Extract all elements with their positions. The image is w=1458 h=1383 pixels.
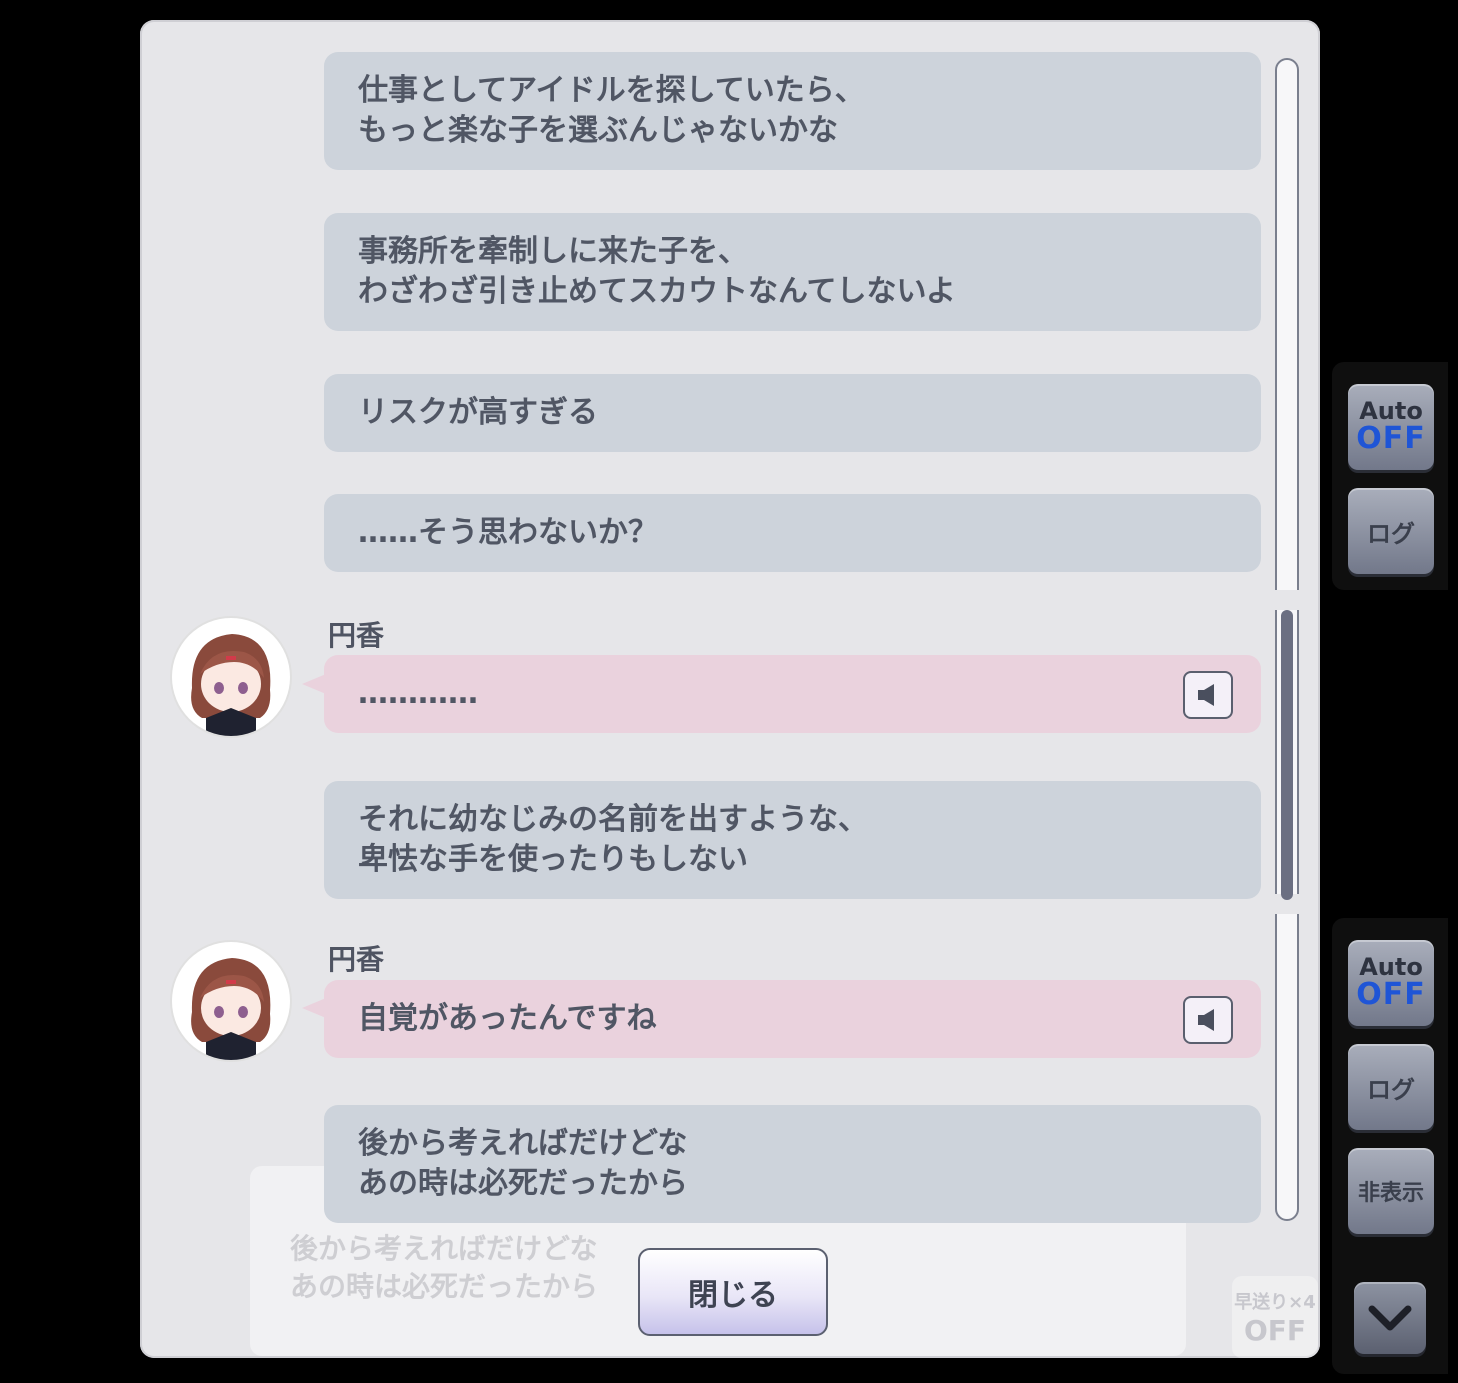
log-button[interactable]: ログ <box>1348 488 1434 574</box>
character-avatar <box>172 942 290 1060</box>
speaker-name: 円香 <box>328 943 385 976</box>
message-text: 事務所を牽制しに来た子を、 わざわざ引き止めてスカウトなんてしないよ <box>358 234 956 309</box>
voice-replay-button[interactable] <box>1183 671 1233 719</box>
scroll-down-button[interactable] <box>1354 1282 1426 1354</box>
speech-tail <box>302 998 326 1018</box>
hide-ui-button[interactable]: 非表示 <box>1348 1148 1434 1234</box>
fast-forward-label: 早送り×4 <box>1234 1291 1316 1313</box>
speech-tail <box>302 674 326 694</box>
log-label: ログ <box>1367 1075 1415 1104</box>
auto-state: OFF <box>1356 421 1426 456</box>
message-text: ……そう思わないか？ <box>358 515 658 550</box>
speaker-icon <box>1198 684 1214 706</box>
message-text: 自覚があったんですね <box>358 1001 657 1036</box>
auto-toggle-button[interactable]: Auto OFF <box>1348 384 1434 470</box>
auto-state: OFF <box>1356 977 1426 1012</box>
scrollbar-gap <box>1268 590 1308 610</box>
madoka-portrait-icon <box>191 958 271 1060</box>
message-text: 仕事としてアイドルを探していたら、 もっと楽な子を選ぶんじゃないかな <box>358 73 865 148</box>
message-text: 後から考えればだけどな あの時は必死だったから <box>358 1126 688 1201</box>
voice-replay-button[interactable] <box>1183 996 1233 1044</box>
log-message: 事務所を牽制しに来た子を、 わざわざ引き止めてスカウトなんてしないよ <box>324 213 1261 331</box>
log-label: ログ <box>1367 519 1415 548</box>
close-button[interactable]: 閉じる <box>638 1248 828 1336</box>
side-controls-bottom: Auto OFF ログ 非表示 <box>1332 918 1448 1374</box>
log-message: 自覚があったんですね <box>324 980 1261 1058</box>
log-message: 後から考えればだけどな あの時は必死だったから <box>324 1105 1261 1223</box>
speaker-name: 円香 <box>328 619 385 652</box>
speaker-icon <box>1198 1009 1214 1031</box>
fast-forward-button: 早送り×4 OFF <box>1232 1276 1318 1358</box>
log-button[interactable]: ログ <box>1348 1044 1434 1130</box>
character-avatar <box>172 618 290 736</box>
log-message: 仕事としてアイドルを探していたら、 もっと楽な子を選ぶんじゃないかな <box>324 52 1261 170</box>
fast-forward-state: OFF <box>1243 1313 1307 1347</box>
log-message: リスクが高すぎる <box>324 374 1261 452</box>
log-dialog: 後から考えればだけどな あの時は必死だったから 早送り×4 OFF 仕事としてア… <box>140 20 1320 1358</box>
log-message: ……そう思わないか？ <box>324 494 1261 572</box>
log-message: それに幼なじみの名前を出すような、 卑怯な手を使ったりもしない <box>324 781 1261 899</box>
chevron-down-icon <box>1368 1305 1412 1331</box>
hide-label: 非表示 <box>1357 1181 1424 1206</box>
madoka-portrait-icon <box>191 634 271 736</box>
message-text: リスクが高すぎる <box>358 395 598 430</box>
message-text: それに幼なじみの名前を出すような、 卑怯な手を使ったりもしない <box>358 802 868 877</box>
auto-label: Auto <box>1359 397 1423 425</box>
scrollbar-thumb[interactable] <box>1281 610 1293 900</box>
background-message-text: 後から考えればだけどな あの時は必死だったから <box>290 1232 599 1303</box>
side-controls-top: Auto OFF ログ <box>1332 362 1448 590</box>
log-message: ………… <box>324 655 1261 733</box>
message-text: ………… <box>358 676 478 711</box>
auto-toggle-button[interactable]: Auto OFF <box>1348 940 1434 1026</box>
auto-label: Auto <box>1359 953 1423 981</box>
